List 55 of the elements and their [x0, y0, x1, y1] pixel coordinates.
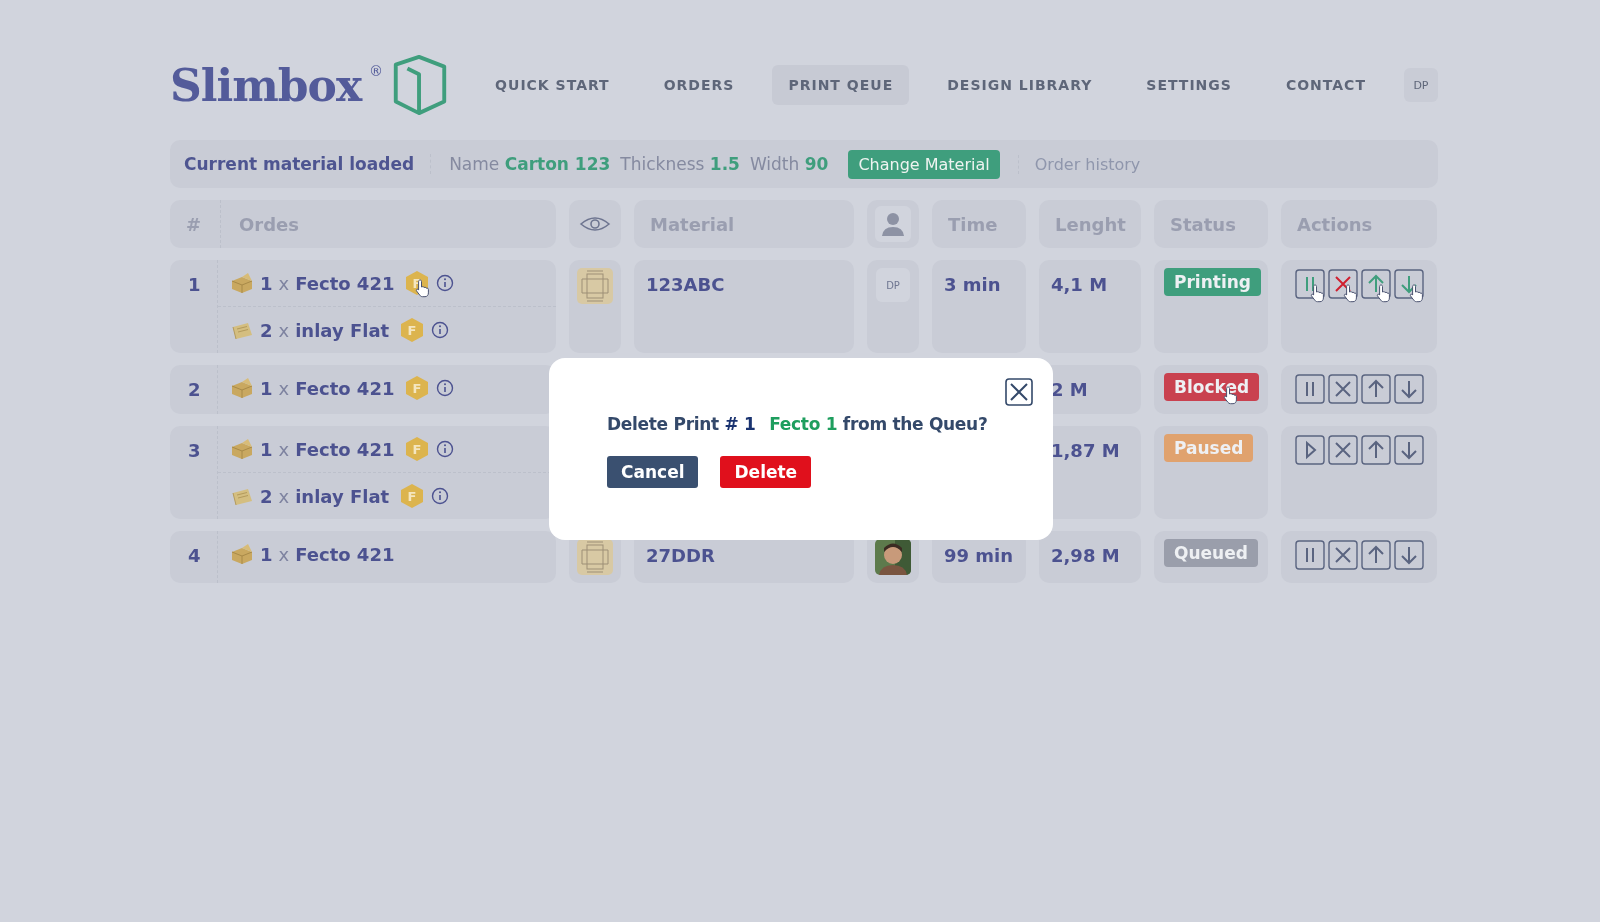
status-badge: Printing [1164, 268, 1261, 296]
user-avatar[interactable]: DP [1403, 68, 1438, 102]
change-material-button[interactable]: Change Material [848, 149, 1000, 179]
time-value: 99 min [944, 545, 1014, 566]
quantity: 1 [260, 438, 273, 460]
quantity: 1 [260, 272, 273, 294]
cancel-button[interactable]: Cancel [607, 456, 699, 488]
user-initials: DP [876, 268, 910, 302]
field-label: Name [449, 154, 500, 174]
material-title: Current material loaded [184, 154, 432, 174]
time-value: 3 min [944, 274, 1001, 295]
order-name: Fecto 421 [295, 438, 395, 460]
column-header: # [186, 213, 202, 235]
nav-item[interactable]: DESIGN LIBRARY [947, 77, 1093, 93]
dialog-message: Delete Print # 1 Fecto 1 from the Queu? [607, 414, 988, 434]
status-badge: Blocked [1164, 373, 1260, 401]
quantity: 2 [260, 319, 273, 341]
times-sign: x [278, 438, 290, 460]
order-name: Fecto 421 [295, 543, 395, 565]
field-label: Width [749, 154, 800, 174]
times-sign: x [278, 485, 290, 507]
row-number: 2 [170, 365, 218, 414]
quantity: 1 [260, 543, 273, 565]
row-number: 1 [170, 260, 218, 353]
status-badge: Paused [1164, 434, 1254, 462]
times-sign: x [278, 543, 290, 565]
material-code: 123ABC [646, 274, 725, 295]
times-sign: x [278, 319, 290, 341]
material-code: 27DDR [646, 545, 715, 566]
row-number: 4 [170, 531, 218, 583]
quantity: 1 [260, 377, 273, 399]
nav-item[interactable]: SETTINGS [1146, 77, 1232, 93]
delete-button[interactable]: Delete [720, 456, 812, 488]
nav-item[interactable]: ORDERS [663, 77, 735, 93]
field-value: 90 [804, 154, 829, 174]
field-value: Carton 123 [504, 154, 611, 174]
order-name: Fecto 421 [295, 272, 395, 294]
order-name: inlay Flat [295, 485, 390, 507]
times-sign: x [278, 377, 290, 399]
length-value: 2,98 M [1051, 545, 1120, 566]
row-number: 3 [170, 426, 218, 519]
nav-item[interactable]: PRINT QEUE [772, 65, 910, 105]
order-name: inlay Flat [295, 319, 390, 341]
length-value: 1,87 M [1051, 440, 1120, 461]
nav-item[interactable]: CONTACT [1285, 77, 1366, 93]
logo-text: Slimbox [170, 59, 362, 111]
times-sign: x [278, 272, 290, 294]
length-value: 4,1 M [1051, 274, 1108, 295]
status-badge: Queued [1164, 539, 1258, 567]
field-value: 1.5 [709, 154, 740, 174]
nav-item[interactable]: QUICK START [495, 77, 610, 93]
quantity: 2 [260, 485, 273, 507]
order-name: Fecto 421 [295, 377, 395, 399]
registered-mark: ® [369, 63, 384, 79]
field-label: Thickness [620, 154, 705, 174]
